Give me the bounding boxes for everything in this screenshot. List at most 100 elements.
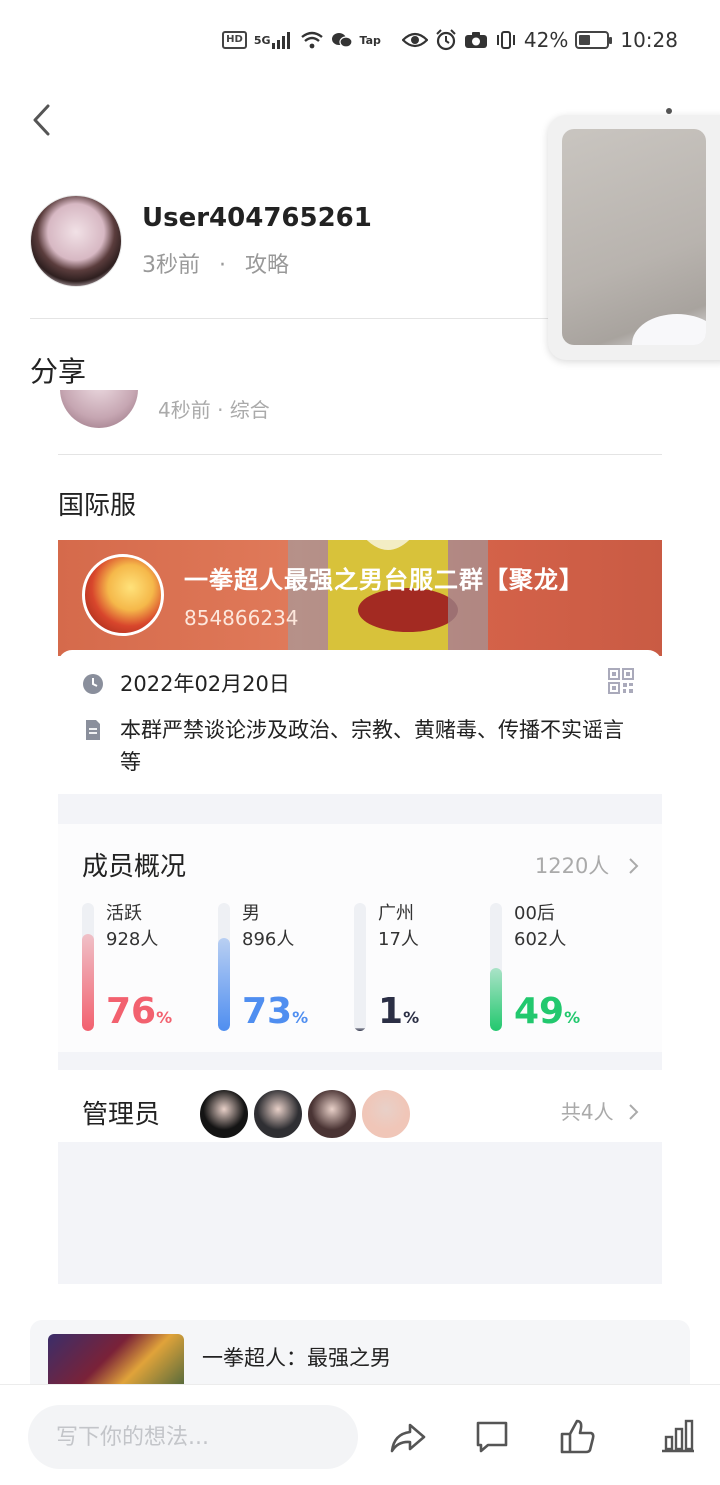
stat-name: 活跃 xyxy=(106,903,142,924)
percent-sign: % xyxy=(292,1008,309,1027)
stat-percent: 49% xyxy=(514,991,580,1032)
group-notice: 本群严禁谈论涉及政治、宗教、黄赌毒、传播不实谣言等 xyxy=(120,718,624,774)
admins-count[interactable]: 共4人 xyxy=(561,1096,642,1125)
game-card[interactable]: 一拳超人：最强之男 xyxy=(30,1320,690,1390)
camera-icon xyxy=(464,31,488,49)
stat-count: 928人 xyxy=(106,929,159,950)
stat-bar-fill xyxy=(82,933,94,1031)
chevron-right-icon xyxy=(629,1104,639,1120)
stat-name: 广州 xyxy=(378,903,414,924)
game-thumbnail xyxy=(48,1334,184,1390)
percent-sign: % xyxy=(156,1008,173,1027)
qr-code-button[interactable] xyxy=(608,668,634,694)
stat-label: 广州 17人 xyxy=(378,901,419,953)
stat-bar xyxy=(354,903,366,1031)
member-stats: 活跃 928人 76% 男 896人 73% 广州 17人 1% 00后 602人 49… xyxy=(82,903,638,1033)
comment-input[interactable] xyxy=(28,1405,358,1469)
stat-percent: 73% xyxy=(242,991,308,1032)
hd-icon: HD xyxy=(222,31,247,49)
shared-author-row: 4秒前 · 综合 xyxy=(58,390,662,428)
stat-region: 广州 17人 1% xyxy=(354,901,502,1033)
group-banner[interactable]: 一拳超人最强之男台服二群【聚龙】 854866234 xyxy=(58,540,662,656)
stat-bar xyxy=(218,903,230,1031)
stat-bar xyxy=(82,903,94,1031)
divider xyxy=(58,454,662,455)
admin-avatar[interactable] xyxy=(306,1088,358,1140)
stat-percent: 1% xyxy=(378,991,419,1032)
stat-percent-value: 76 xyxy=(106,991,157,1032)
members-overview[interactable]: 成员概况 1220人 活跃 928人 76% 男 896人 73% 广州 17人 1% xyxy=(58,824,662,1052)
empty-area xyxy=(58,1142,662,1284)
stat-name: 男 xyxy=(242,903,260,924)
admin-avatar[interactable] xyxy=(198,1088,250,1140)
status-bar: HD 5G Tap 42% 10:28 xyxy=(0,0,720,84)
qr-code-icon xyxy=(608,668,634,694)
stats-button[interactable] xyxy=(658,1417,698,1457)
stat-label: 活跃 928人 xyxy=(106,901,158,953)
post-meta: 3秒前 · 攻略 xyxy=(142,247,372,279)
signal-label: 5G xyxy=(253,33,271,47)
author-avatar[interactable] xyxy=(30,195,122,287)
admin-avatar[interactable] xyxy=(252,1088,304,1140)
status-icons: HD 5G Tap 42% 10:28 xyxy=(222,28,678,52)
meta-separator: · xyxy=(219,253,226,278)
stat-percent: 76% xyxy=(106,991,172,1032)
group-notice-row: 本群严禁谈论涉及政治、宗教、黄赌毒、传播不实谣言等 xyxy=(82,714,638,778)
percent-sign: % xyxy=(564,1008,581,1027)
eye-icon xyxy=(401,31,428,49)
shared-author-avatar xyxy=(60,390,138,428)
clock-time: 10:28 xyxy=(620,28,678,52)
chevron-right-icon xyxy=(629,858,639,874)
battery-icon xyxy=(575,31,613,49)
comment-button[interactable] xyxy=(472,1417,512,1457)
document-icon xyxy=(86,720,100,740)
stat-name: 00后 xyxy=(514,903,555,924)
clock-icon xyxy=(83,674,103,694)
author-info: User404765261 3秒前 · 攻略 xyxy=(142,203,372,279)
stat-bar-fill xyxy=(354,1028,366,1031)
stat-bar-fill xyxy=(490,968,502,1031)
admin-avatar[interactable] xyxy=(360,1088,412,1140)
admins-title: 管理员 xyxy=(82,1100,161,1130)
video-preview xyxy=(562,129,706,345)
back-icon xyxy=(33,104,50,136)
stat-age: 00后 602人 49% xyxy=(490,903,638,1033)
members-total-count: 1220人 xyxy=(534,854,610,878)
back-button[interactable] xyxy=(24,100,64,140)
wechat-icon xyxy=(331,31,353,49)
admins-row[interactable]: 管理员 共4人 xyxy=(58,1052,662,1142)
percent-sign: % xyxy=(403,1008,420,1027)
group-name: 一拳超人最强之男台服二群【聚龙】 xyxy=(184,566,584,594)
tap-icon: Tap xyxy=(359,33,381,47)
group-id: 854866234 xyxy=(184,606,299,630)
like-button[interactable] xyxy=(558,1417,598,1457)
stat-percent-value: 73 xyxy=(242,991,293,1032)
stat-label: 男 896人 xyxy=(242,901,294,953)
stat-percent-value: 1 xyxy=(378,991,404,1032)
admin-avatars xyxy=(198,1088,414,1140)
stat-percent-value: 49 xyxy=(514,991,565,1032)
server-label: 国际服 xyxy=(58,491,137,521)
bottom-action-bar xyxy=(0,1384,720,1485)
members-total[interactable]: 1220人 xyxy=(535,850,642,880)
alarm-icon xyxy=(435,29,457,51)
battery-percent: 42% xyxy=(523,28,569,52)
post-time: 3秒前 xyxy=(142,253,200,278)
shared-post-meta: 4秒前 · 综合 xyxy=(158,398,270,422)
stat-bar xyxy=(490,903,502,1031)
section-gap xyxy=(58,794,662,824)
more-menu-button[interactable] xyxy=(666,108,672,114)
game-name: 一拳超人：最强之男 xyxy=(202,1346,391,1370)
group-date-row: 2022年02月20日 xyxy=(82,668,638,700)
floating-video-window[interactable] xyxy=(548,115,720,360)
wifi-icon xyxy=(300,31,324,49)
post-title: 分享 xyxy=(30,355,87,388)
like-icon xyxy=(560,1419,595,1454)
battery-level xyxy=(579,35,591,45)
stat-count: 17人 xyxy=(378,929,419,950)
author-name[interactable]: User404765261 xyxy=(142,203,372,233)
banner-character-image xyxy=(288,540,488,656)
stat-count: 602人 xyxy=(514,929,567,950)
share-button[interactable] xyxy=(388,1417,428,1457)
shared-post-card[interactable]: 4秒前 · 综合 国际服 一拳超人最强之男台服二群【聚龙】 854866234 … xyxy=(58,390,662,1284)
